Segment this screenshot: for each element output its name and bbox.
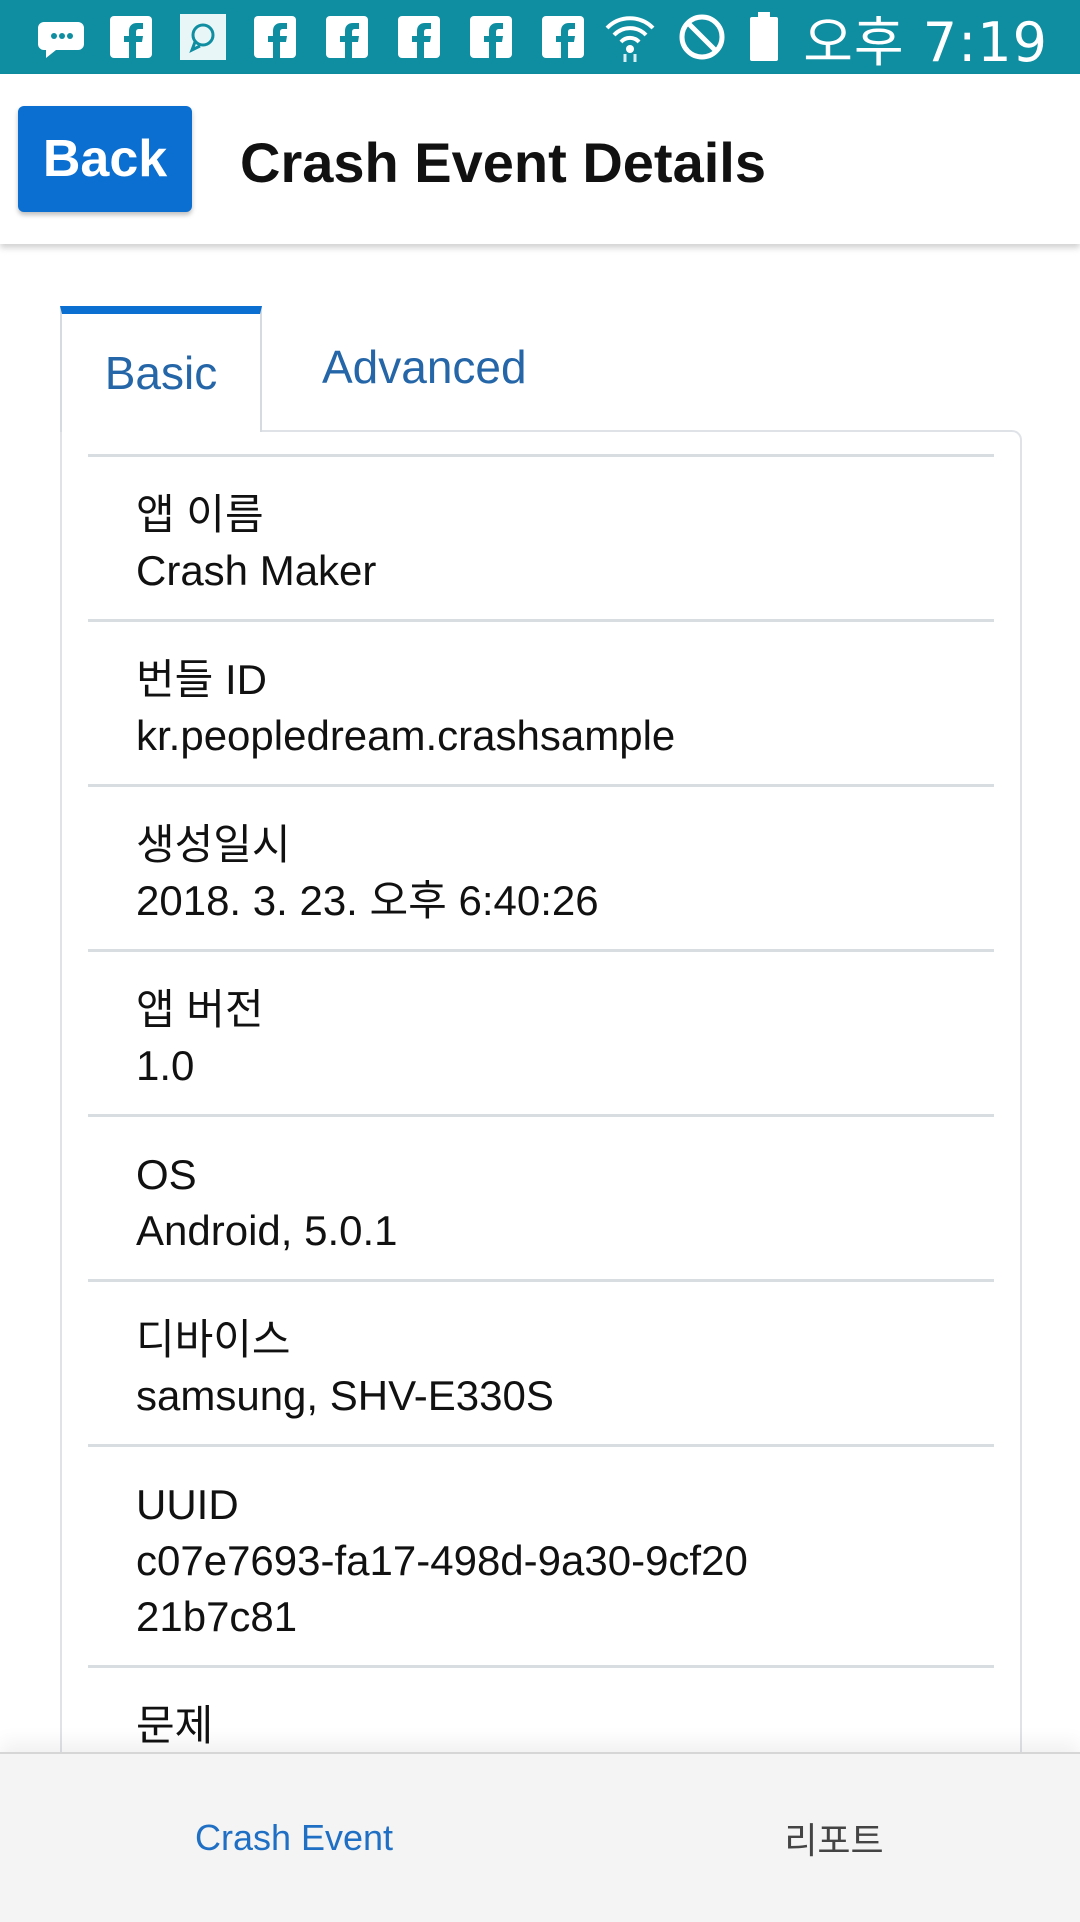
detail-label: 문제 xyxy=(136,1702,214,1749)
content-area: Basic Advanced 앱 이름 Crash Maker 번들 ID kr… xyxy=(0,244,1080,1752)
detail-value: Crash Maker xyxy=(136,547,377,594)
chat-icon xyxy=(178,10,232,64)
facebook-icon xyxy=(466,10,520,64)
facebook-icon xyxy=(394,10,448,64)
do-not-disturb-icon xyxy=(675,10,729,64)
detail-value: 2018. 3. 23. 오후 6:40:26 xyxy=(136,877,599,924)
detail-row-issue: 문제 xyxy=(88,1665,994,1752)
detail-row-created-at: 생성일시 2018. 3. 23. 오후 6:40:26 xyxy=(88,784,994,949)
detail-value: Android, 5.0.1 xyxy=(136,1207,398,1254)
facebook-icon xyxy=(106,10,160,64)
page-title: Crash Event Details xyxy=(240,131,766,194)
status-time: 오후 7:19 xyxy=(803,10,1048,74)
detail-value: samsung, SHV-E330S xyxy=(136,1372,554,1419)
detail-label: OS xyxy=(136,1151,197,1198)
facebook-icon xyxy=(250,10,304,64)
detail-row-os: OS Android, 5.0.1 xyxy=(88,1114,994,1279)
nav-report[interactable]: 리포트 xyxy=(564,1754,1080,1922)
detail-label: 생성일시 xyxy=(136,821,291,868)
detail-label: 디바이스 xyxy=(136,1316,291,1363)
back-button[interactable]: Back xyxy=(18,106,192,212)
bottom-nav: Crash Event 리포트 xyxy=(0,1752,1080,1922)
battery-icon xyxy=(747,10,781,64)
facebook-icon xyxy=(322,10,376,64)
tab-basic[interactable]: Basic xyxy=(60,306,262,432)
detail-label: UUID xyxy=(136,1481,239,1528)
detail-label: 앱 이름 xyxy=(136,491,264,538)
wifi-icon xyxy=(603,10,657,64)
facebook-icon xyxy=(538,10,592,64)
detail-label: 앱 버전 xyxy=(136,986,264,1033)
tab-bar: Basic Advanced xyxy=(60,306,1020,432)
tab-panel: 앱 이름 Crash Maker 번들 ID kr.peopledream.cr… xyxy=(60,430,1022,1752)
tab-advanced[interactable]: Advanced xyxy=(322,306,527,428)
app-header: Back Crash Event Details xyxy=(0,74,1080,244)
notification-icons xyxy=(34,10,610,64)
detail-value: c07e7693-fa17-498d-9a30-9cf2021b7c81 xyxy=(136,1537,748,1640)
detail-label: 번들 ID xyxy=(136,656,267,703)
system-icons: 오후 7:19 xyxy=(603,4,1048,74)
detail-row-app-name: 앱 이름 Crash Maker xyxy=(88,454,994,619)
detail-row-device: 디바이스 samsung, SHV-E330S xyxy=(88,1279,994,1444)
detail-row-app-version: 앱 버전 1.0 xyxy=(88,949,994,1114)
detail-value: 1.0 xyxy=(136,1042,195,1089)
detail-value: kr.peopledream.crashsample xyxy=(136,712,676,759)
status-bar: 오후 7:19 xyxy=(0,0,1080,74)
detail-list: 앱 이름 Crash Maker 번들 ID kr.peopledream.cr… xyxy=(88,454,994,1752)
detail-row-bundle-id: 번들 ID kr.peopledream.crashsample xyxy=(88,619,994,784)
nav-crash-event[interactable]: Crash Event xyxy=(24,1754,564,1922)
detail-row-uuid: UUID c07e7693-fa17-498d-9a30-9cf2021b7c8… xyxy=(88,1444,994,1665)
messenger-icon xyxy=(34,10,88,64)
